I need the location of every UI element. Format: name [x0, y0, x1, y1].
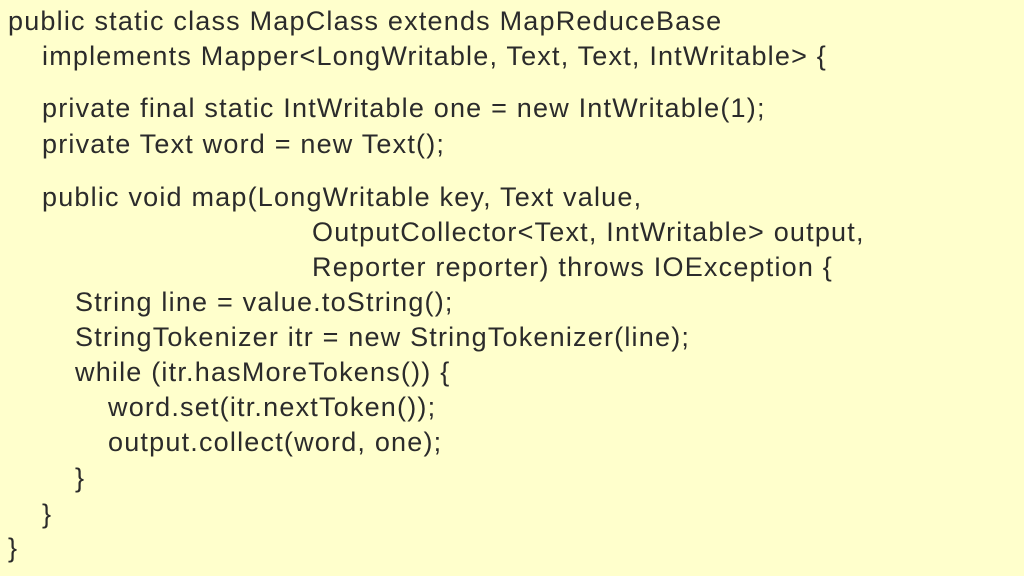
code-line-close-while: } [75, 463, 86, 493]
code-line-implements: implements Mapper<LongWritable, Text, Te… [42, 41, 827, 71]
code-line-class-declaration: public static class MapClass extends Map… [8, 6, 723, 36]
code-line-while: while (itr.hasMoreTokens()) { [75, 357, 451, 387]
code-line-tokenizer: StringTokenizer itr = new StringTokenize… [75, 322, 691, 352]
code-line-map-param-output: OutputCollector<Text, IntWritable> outpu… [312, 217, 865, 247]
code-line-close-map: } [42, 499, 53, 529]
code-line-close-class: } [8, 533, 19, 563]
code-line-field-one: private final static IntWritable one = n… [42, 93, 766, 123]
code-slide: public static class MapClass extends Map… [0, 0, 1024, 576]
code-line-output-collect: output.collect(word, one); [108, 427, 443, 457]
code-line-word-set: word.set(itr.nextToken()); [108, 392, 437, 422]
code-line-map-param-reporter: Reporter reporter) throws IOException { [312, 252, 834, 282]
code-listing: public static class MapClass extends Map… [0, 0, 1024, 576]
code-line-map-signature: public void map(LongWritable key, Text v… [42, 182, 643, 212]
code-line-field-word: private Text word = new Text(); [42, 129, 446, 159]
code-line-string-line: String line = value.toString(); [75, 287, 454, 317]
